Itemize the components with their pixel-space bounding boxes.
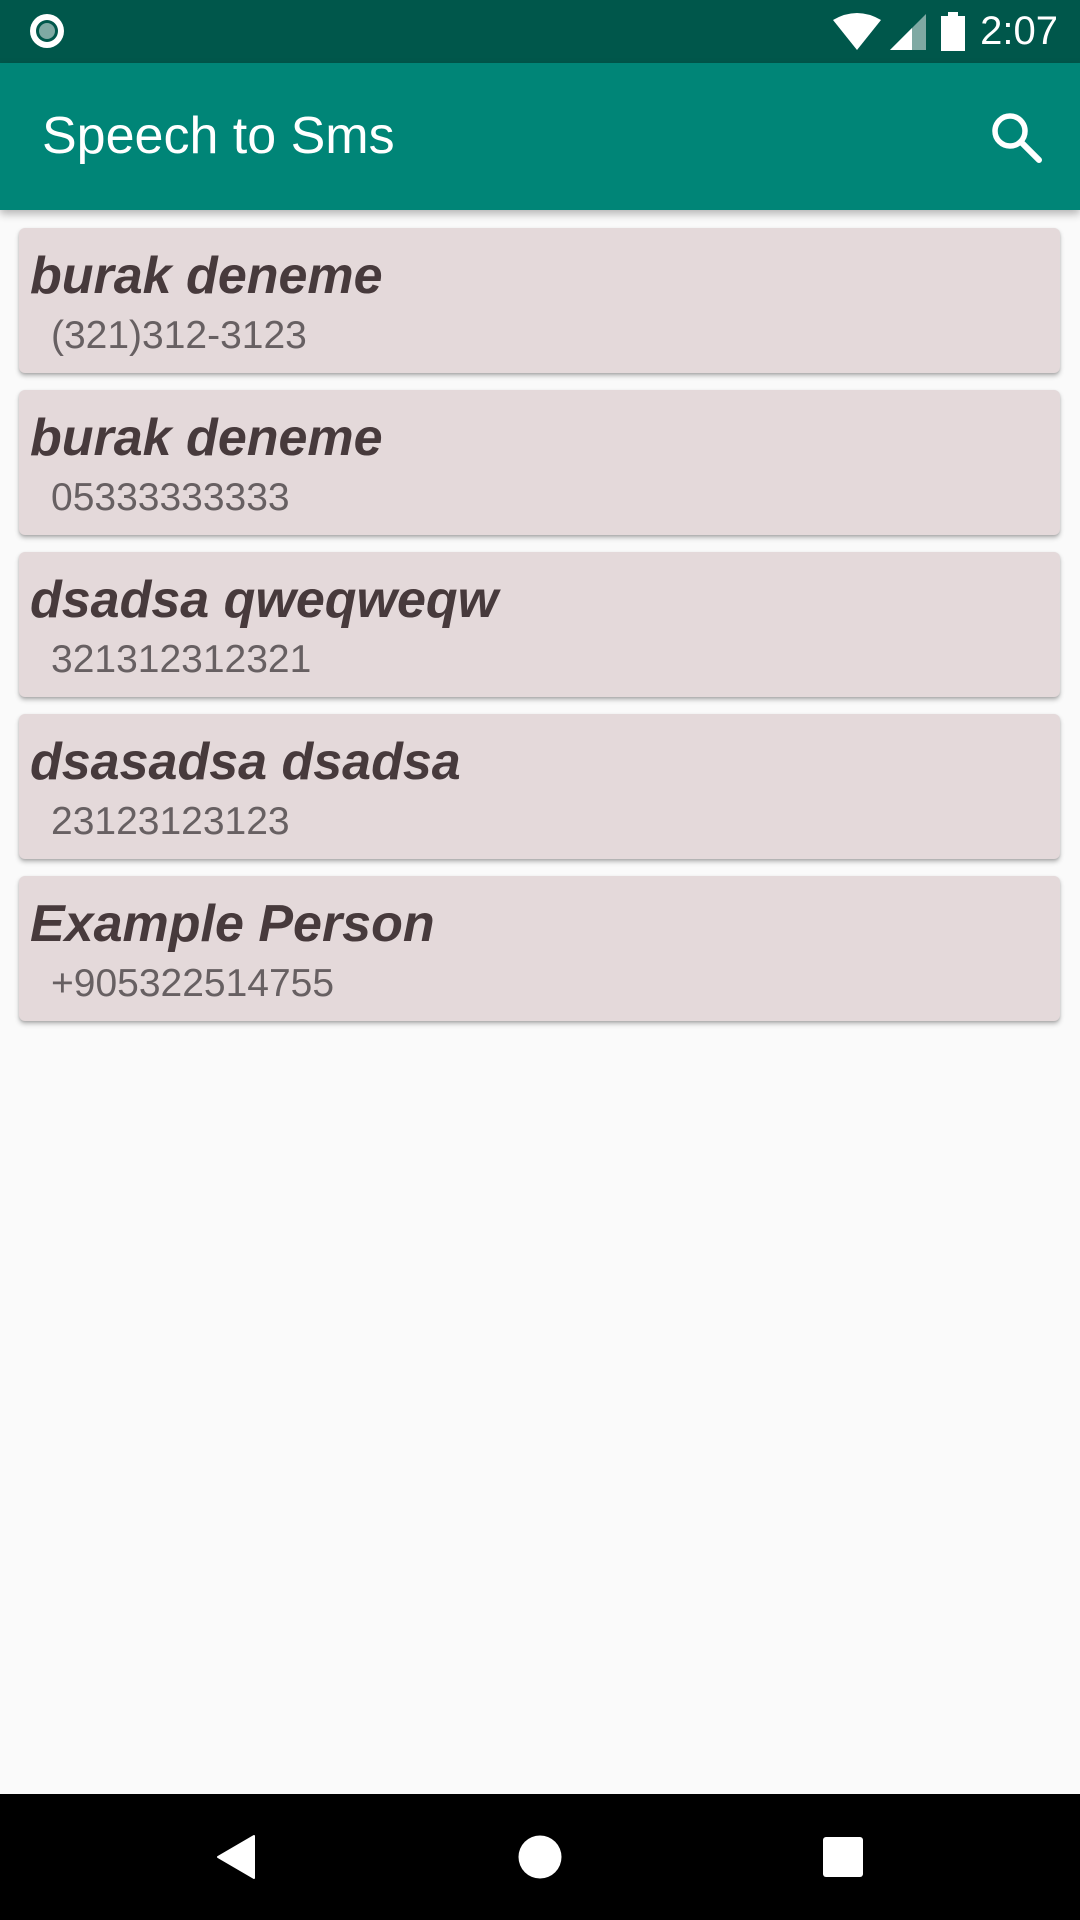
- cell-signal-icon: [890, 13, 927, 50]
- back-icon: [217, 1835, 255, 1879]
- contact-card[interactable]: dsasadsa dsadsa 23123123123: [19, 714, 1060, 859]
- contact-name: dsadsa qweqweqw: [30, 571, 499, 629]
- back-button[interactable]: [193, 1814, 279, 1900]
- recents-icon: [823, 1837, 863, 1877]
- contact-name: Example Person: [30, 895, 435, 953]
- home-button[interactable]: [497, 1814, 583, 1900]
- contact-card[interactable]: burak deneme (321)312-3123: [19, 228, 1060, 373]
- home-icon: [518, 1835, 562, 1879]
- notification-dot-icon: [30, 14, 64, 48]
- battery-icon: [941, 11, 966, 51]
- contact-number: +905322514755: [51, 962, 335, 1005]
- app-bar: Speech to Sms: [0, 63, 1080, 210]
- contact-card[interactable]: Example Person +905322514755: [19, 876, 1060, 1021]
- contact-number: 23123123123: [51, 800, 290, 843]
- status-time: 2:07: [980, 9, 1058, 53]
- navigation-bar: [0, 1794, 1080, 1920]
- status-bar: 2:07: [0, 0, 1080, 63]
- contact-number: 05333333333: [51, 476, 290, 519]
- contact-card[interactable]: burak deneme 05333333333: [19, 390, 1060, 535]
- recents-button[interactable]: [800, 1814, 886, 1900]
- contact-name: burak deneme: [30, 409, 383, 467]
- contact-number: 321312312321: [51, 638, 312, 681]
- contact-card[interactable]: dsadsa qweqweqw 321312312321: [19, 552, 1060, 697]
- status-icons: 2:07: [832, 0, 1058, 63]
- contact-name: burak deneme: [30, 247, 383, 305]
- contact-name: dsasadsa dsadsa: [30, 733, 461, 791]
- search-button[interactable]: [974, 95, 1058, 179]
- app-title: Speech to Sms: [42, 107, 395, 165]
- wifi-icon: [833, 12, 882, 50]
- search-icon: [992, 113, 1042, 163]
- contact-number: (321)312-3123: [51, 314, 307, 357]
